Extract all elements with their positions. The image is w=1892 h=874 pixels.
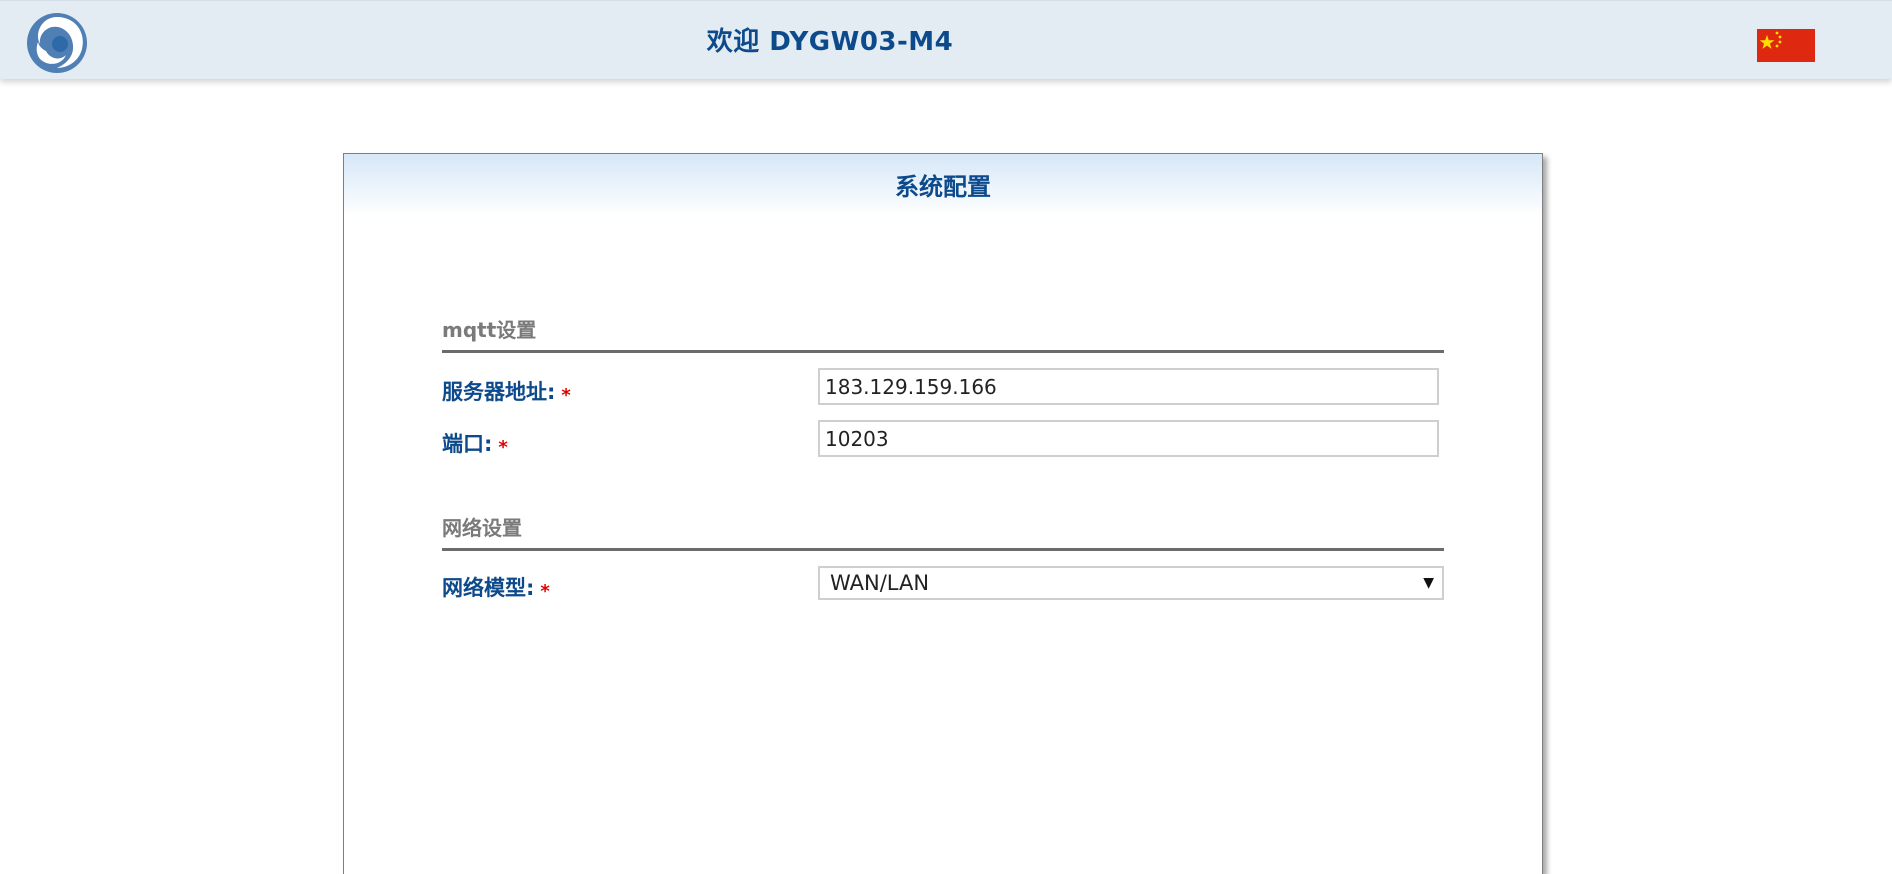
top-bar: 欢迎 DYGW03-M4	[0, 0, 1892, 79]
system-config-panel: 系统配置 mqtt设置 服务器地址:* 端口:* 网络设置 网络模型:* WAN…	[343, 153, 1543, 874]
required-marker: *	[498, 437, 508, 458]
network-section-title: 网络设置	[442, 516, 522, 540]
network-section-divider	[442, 548, 1444, 551]
port-label: 端口: *	[442, 428, 508, 458]
mqtt-section-divider	[442, 350, 1444, 353]
required-marker: *	[561, 385, 571, 406]
required-marker: *	[540, 581, 550, 602]
chevron-down-icon: ▼	[1423, 575, 1434, 591]
panel-title: 系统配置	[895, 173, 991, 201]
server-address-label-text: 服务器地址:	[442, 380, 556, 404]
welcome-title: 欢迎 DYGW03-M4	[706, 27, 954, 57]
network-mode-value: WAN/LAN	[830, 571, 930, 595]
server-address-input[interactable]	[818, 368, 1439, 405]
network-mode-label: 网络模型: *	[442, 572, 550, 602]
china-flag-icon[interactable]	[1757, 29, 1815, 62]
port-label-text: 端口:	[442, 432, 493, 456]
network-mode-label-text: 网络模型:	[442, 576, 535, 600]
port-input[interactable]	[818, 420, 1439, 457]
mqtt-section-title: mqtt设置	[442, 318, 537, 342]
network-mode-select[interactable]: WAN/LAN ▼	[818, 566, 1444, 600]
server-address-label: 服务器地址: *	[442, 376, 571, 406]
